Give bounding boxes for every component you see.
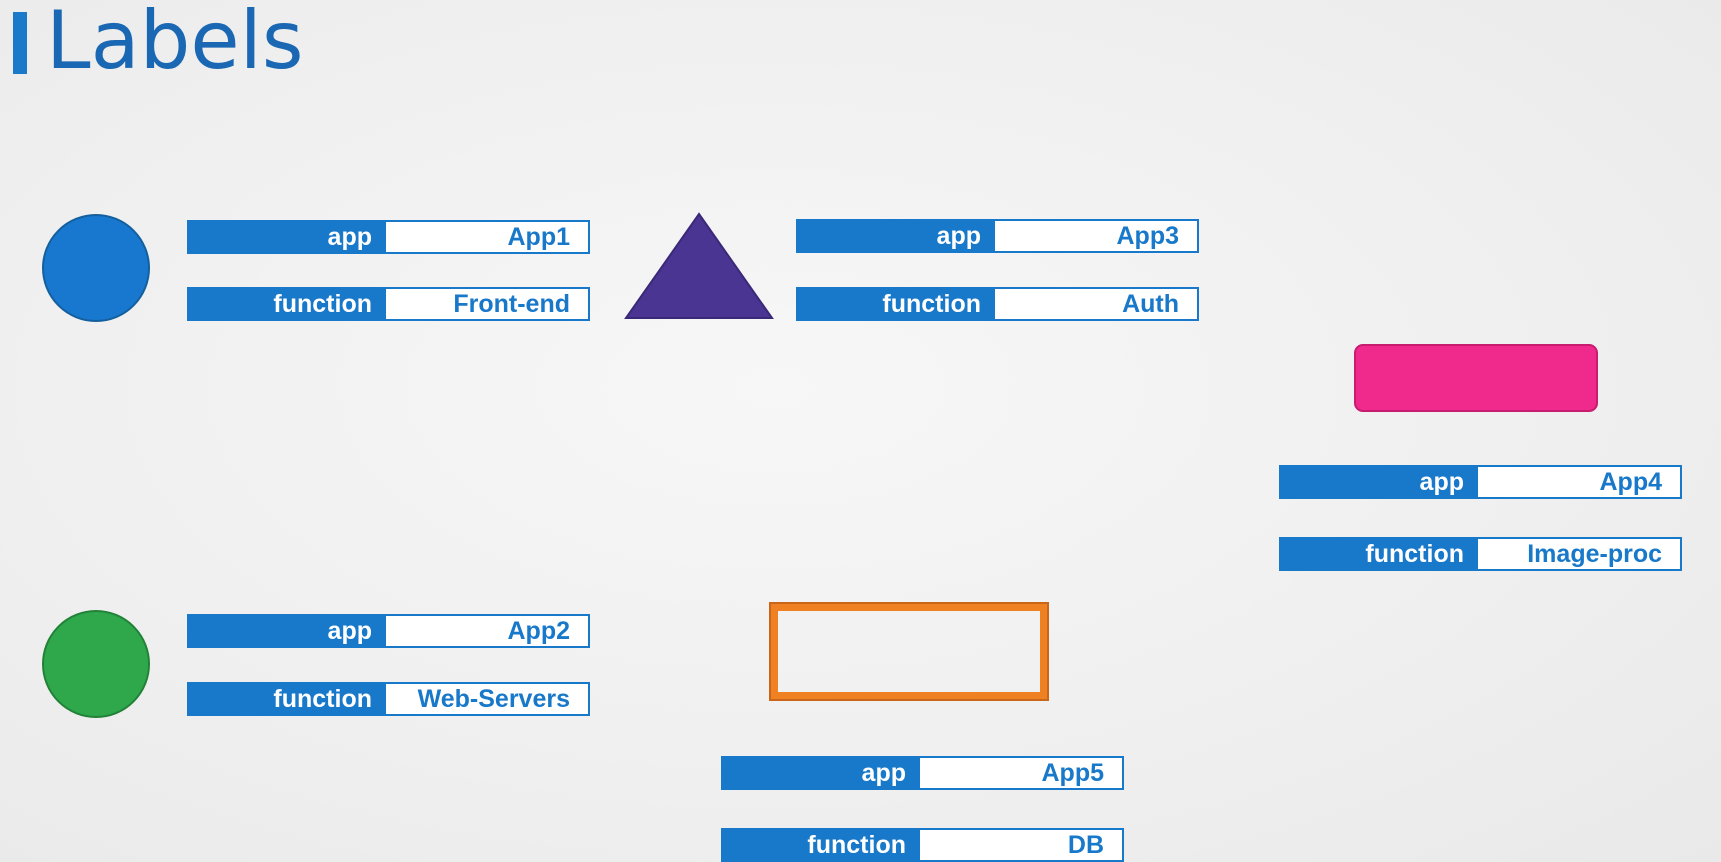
page-title: Labels	[46, 0, 304, 87]
green-circle-shape	[42, 610, 150, 718]
label-key: function	[798, 289, 995, 319]
label-key: app	[189, 616, 386, 646]
label-value: App4	[1478, 467, 1680, 497]
label-key: function	[723, 830, 920, 860]
label-value: App5	[920, 758, 1122, 788]
label-app: app App3	[796, 219, 1199, 253]
label-value: Auth	[995, 289, 1197, 319]
label-key: function	[1281, 539, 1478, 569]
label-value: App3	[995, 221, 1197, 251]
label-value: Front-end	[386, 289, 588, 319]
label-function: function Auth	[796, 287, 1199, 321]
orange-rectangle-shape	[769, 602, 1049, 701]
label-key: app	[1281, 467, 1478, 497]
label-key: app	[723, 758, 920, 788]
label-key: function	[189, 684, 386, 714]
label-app: app App2	[187, 614, 590, 648]
label-value: Image-proc	[1478, 539, 1680, 569]
purple-triangle-shape	[624, 212, 774, 319]
label-function: function Front-end	[187, 287, 590, 321]
label-function: function Image-proc	[1279, 537, 1682, 571]
label-value: App1	[386, 222, 588, 252]
title-accent-bar	[13, 12, 27, 74]
label-value: App2	[386, 616, 588, 646]
pink-rectangle-shape	[1354, 344, 1598, 412]
label-value: DB	[920, 830, 1122, 860]
blue-circle-shape	[42, 214, 150, 322]
label-function: function DB	[721, 828, 1124, 862]
label-function: function Web-Servers	[187, 682, 590, 716]
label-app: app App5	[721, 756, 1124, 790]
label-key: function	[189, 289, 386, 319]
label-key: app	[798, 221, 995, 251]
label-app: app App4	[1279, 465, 1682, 499]
label-app: app App1	[187, 220, 590, 254]
label-key: app	[189, 222, 386, 252]
label-value: Web-Servers	[386, 684, 588, 714]
